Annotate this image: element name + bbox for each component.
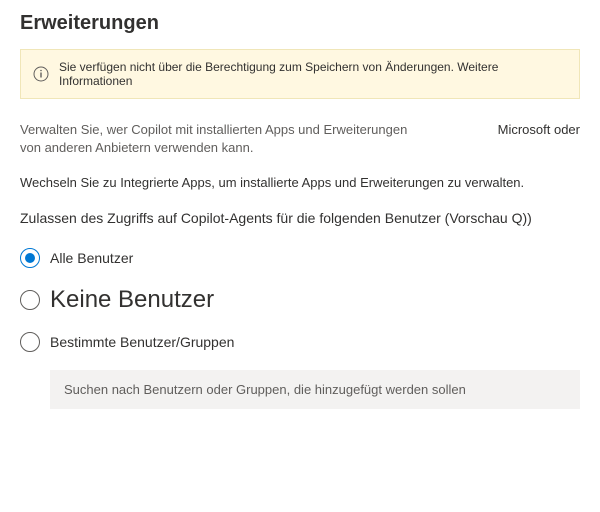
radio-button-icon xyxy=(20,290,40,310)
banner-text: Sie verfügen nicht über die Berechtigung… xyxy=(59,60,567,88)
radio-button-icon xyxy=(20,332,40,352)
access-section-label: Zulassen des Zugriffs auf Copilot-Agents… xyxy=(20,210,580,226)
permission-warning-banner: Sie verfügen nicht über die Berechtigung… xyxy=(20,49,580,99)
radio-no-users[interactable]: Keine Benutzer xyxy=(20,286,580,314)
radio-specific-users[interactable]: Bestimmte Benutzer/Gruppen xyxy=(20,332,580,352)
user-group-search-input[interactable]: Suchen nach Benutzern oder Gruppen, die … xyxy=(50,370,580,409)
info-icon xyxy=(33,66,49,82)
radio-all-users[interactable]: Alle Benutzer xyxy=(20,248,580,268)
radio-label: Bestimmte Benutzer/Gruppen xyxy=(50,334,234,350)
description-row: Verwalten Sie, wer Copilot mit installie… xyxy=(20,121,580,157)
radio-label: Keine Benutzer xyxy=(50,286,214,314)
description-side: Microsoft oder xyxy=(498,121,580,137)
radio-button-icon xyxy=(20,248,40,268)
integrated-apps-note: Wechseln Sie zu Integrierte Apps, um ins… xyxy=(20,175,580,190)
user-access-radio-group: Alle Benutzer Keine Benutzer Bestimmte B… xyxy=(20,248,580,409)
radio-label: Alle Benutzer xyxy=(50,250,133,266)
description-main: Verwalten Sie, wer Copilot mit installie… xyxy=(20,121,430,157)
page-title: Erweiterungen xyxy=(20,12,580,35)
